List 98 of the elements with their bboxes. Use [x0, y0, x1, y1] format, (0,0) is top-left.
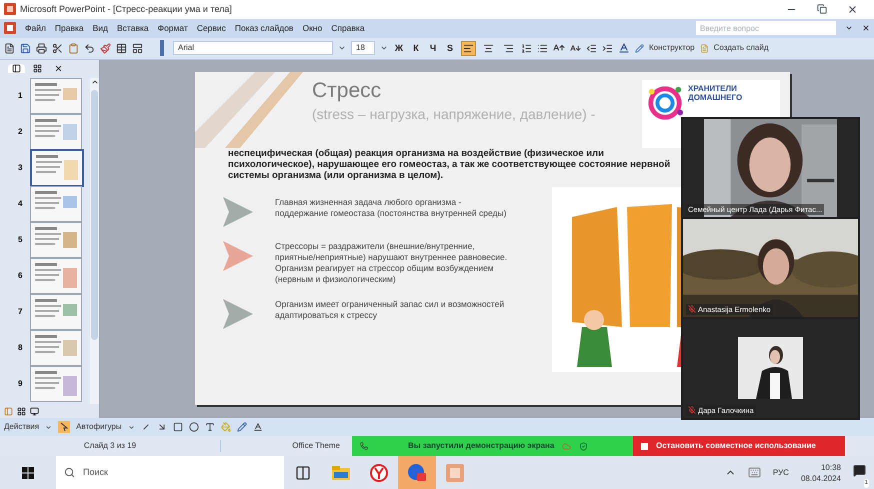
slide-number: 1 [18, 90, 24, 102]
slide-number: 3 [18, 162, 24, 174]
outline-tab[interactable] [8, 64, 25, 74]
clock-time[interactable]: 10:38 [820, 462, 841, 473]
printer-icon[interactable] [36, 42, 47, 54]
cloud-icon [562, 442, 572, 451]
line-icon[interactable] [140, 422, 151, 432]
save-icon[interactable] [20, 42, 31, 54]
paintbrush-icon[interactable] [100, 42, 111, 54]
format-button[interactable]: S [444, 42, 456, 56]
presentation-app-icon [446, 464, 464, 482]
pencil-icon[interactable] [635, 44, 644, 53]
new-document-icon[interactable] [4, 42, 15, 54]
font-field[interactable]: Arial [173, 41, 333, 56]
slide-number: 4 [18, 198, 24, 210]
close-icon[interactable] [862, 24, 870, 32]
numbered-list-icon[interactable] [521, 42, 532, 54]
close-icon[interactable] [54, 64, 63, 73]
folder-icon [332, 466, 350, 480]
document-icon[interactable] [4, 22, 16, 34]
menu-item[interactable]: Сервис [196, 22, 226, 35]
layout-icon[interactable] [132, 42, 143, 54]
designer-button[interactable]: Конструктор [649, 42, 695, 54]
browser-icon [370, 464, 388, 482]
slide-sorter-icon[interactable] [17, 406, 26, 416]
normal-view-icon[interactable] [4, 406, 13, 416]
logo-text: ДОМАШНЕГО [688, 92, 742, 102]
bulleted-list-icon[interactable] [537, 42, 548, 54]
align-button[interactable] [461, 40, 476, 56]
font-color-icon[interactable] [618, 42, 630, 54]
sharing-text: Вы запустили демонстрацию экрана [408, 440, 554, 452]
slide-title: Стресс [312, 78, 382, 104]
menu-item[interactable]: Показ слайдов [234, 22, 294, 35]
caret-icon[interactable] [45, 424, 52, 431]
format-button[interactable]: К [410, 42, 422, 56]
meeting-app-icon [407, 462, 427, 483]
shield-check-icon [579, 442, 588, 451]
slide-number: 7 [18, 306, 24, 318]
slide-number: 9 [18, 378, 24, 390]
bullet-text: Организм имеет ограниченный запас сил и возможностей адаптироваться к стрессу [275, 298, 506, 321]
caret-icon[interactable] [128, 424, 135, 431]
slideshow-icon[interactable] [30, 406, 39, 416]
text-box-icon[interactable] [204, 422, 215, 432]
scrollbar-thumb[interactable] [91, 90, 98, 340]
definition-text: неспецифическая (общая) реакция организма на воздействие (физическое или психологическое), нарушающее его гомеостаз, а так же соответствующее состояние нервной системы организма (или организма в целом). [228, 148, 672, 181]
menu-item[interactable]: Файл [25, 22, 46, 35]
notification-icon[interactable] [853, 464, 866, 477]
decrease-font-icon[interactable] [570, 42, 581, 54]
logo-icon [646, 84, 684, 122]
menu-item[interactable]: Вид [92, 22, 108, 35]
menu-item[interactable]: Вставка [117, 22, 149, 35]
line-color-icon[interactable] [236, 422, 247, 432]
font-size-field[interactable]: 18 [351, 41, 375, 56]
menu-item[interactable]: Справка [331, 22, 365, 35]
oval-icon[interactable] [188, 422, 199, 432]
search-icon[interactable] [64, 467, 75, 478]
arrow-icon[interactable] [156, 422, 167, 432]
language-indicator[interactable]: РУС [772, 466, 789, 479]
keyboard-icon[interactable] [748, 466, 761, 480]
decrease-indent-icon[interactable] [586, 42, 597, 54]
search-input[interactable]: Поиск [83, 466, 233, 480]
search-box[interactable]: Поиск [56, 456, 284, 489]
slide-number: 5 [18, 234, 24, 246]
restore-icon[interactable] [817, 4, 827, 14]
undo-icon[interactable] [84, 42, 95, 54]
font-color-icon[interactable] [252, 422, 263, 432]
new-slide-button[interactable]: Создать слайд [714, 42, 769, 54]
help-search-field[interactable]: Введите вопрос [696, 21, 836, 36]
clock-date[interactable]: 08.04.2024 [800, 472, 841, 484]
close-icon[interactable] [847, 4, 858, 15]
phone-icon [360, 442, 368, 450]
rectangle-icon[interactable] [172, 422, 183, 432]
menu-item[interactable]: Окно [302, 22, 322, 35]
bullet-text: Главная жизненная задача любого организма - поддержание гомеостаза (постоянства внутренней среды) [275, 196, 508, 219]
menu-item[interactable]: Правка [54, 22, 84, 35]
logo-text: ХРАНИТЕЛИ [688, 84, 738, 93]
menu-item[interactable]: Формат [158, 22, 188, 35]
slide-counter: Слайд 3 из 19 [82, 440, 138, 452]
pointer-icon[interactable] [58, 421, 70, 434]
actions-menu[interactable]: Действия [4, 421, 40, 434]
task-view-icon [295, 464, 311, 481]
windows-icon[interactable] [22, 466, 34, 479]
app-icon [4, 3, 16, 16]
increase-indent-icon[interactable] [602, 42, 613, 54]
scissors-icon[interactable] [52, 42, 63, 54]
window-title: Microsoft PowerPoint - [Стресс-реакции ума и тела] [20, 2, 232, 16]
format-button[interactable]: Ж [393, 42, 405, 56]
format-button[interactable]: Ч [427, 42, 439, 56]
table-icon[interactable] [116, 42, 127, 54]
autoshapes-menu[interactable]: Автофигуры [76, 421, 122, 434]
stop-sharing-button[interactable]: Остановить совместное использование [633, 436, 845, 456]
slide-number: 6 [18, 270, 24, 282]
fill-color-icon[interactable] [220, 422, 231, 432]
slide-subtitle: (stress – нагрузка, напряжение, давление) - [312, 104, 596, 124]
slide-number: 8 [18, 342, 24, 354]
slide-number: 2 [18, 126, 24, 138]
clipboard-icon[interactable] [68, 42, 79, 54]
bullet-text: Стрессоры = раздражители (внешние/внутренние, приятные/неприятные) нарушают внутреннее равновесие. Организм реагирует на стрессор общим возбуждением (нервным и физиологическим) [275, 240, 508, 285]
